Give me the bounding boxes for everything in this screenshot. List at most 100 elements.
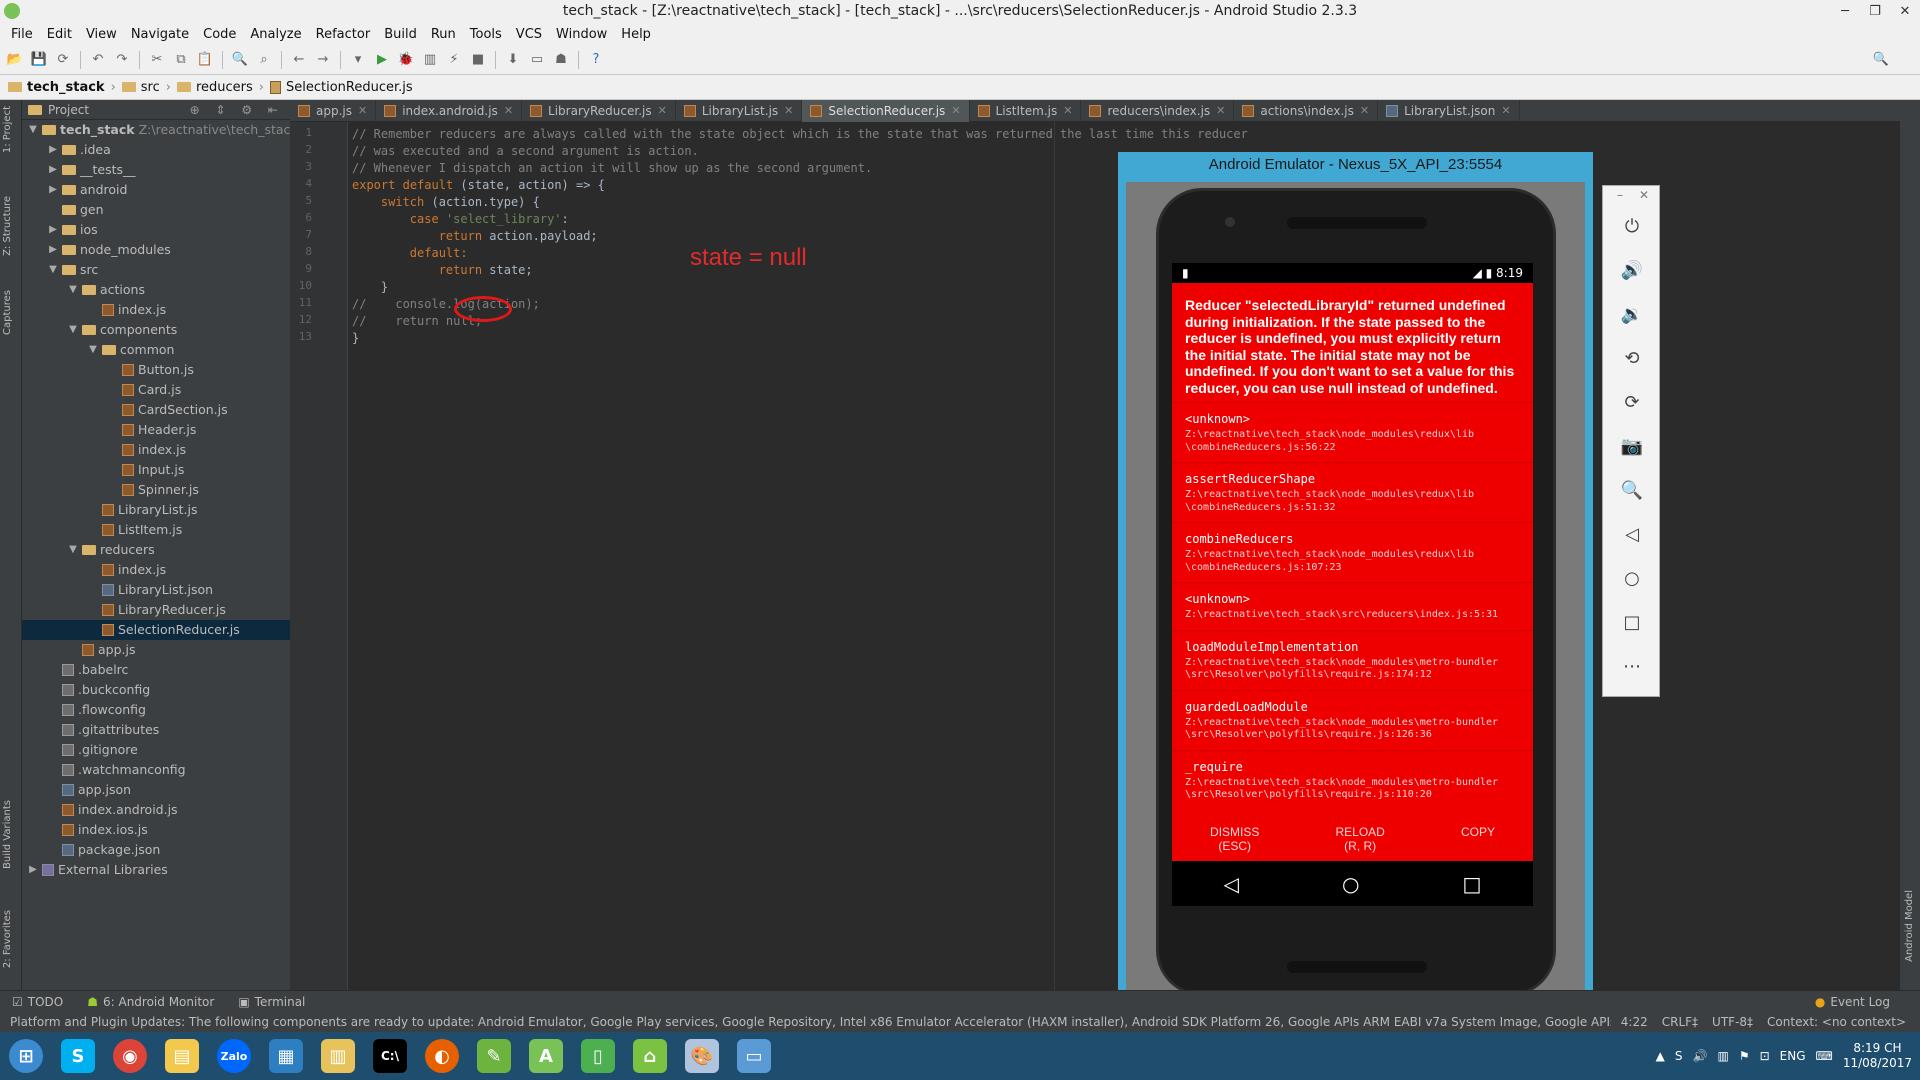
tray-chevron-icon[interactable]: ▲ — [1656, 1049, 1665, 1063]
volume-down-icon[interactable]: 🔉 — [1618, 300, 1646, 328]
editor-tab[interactable]: LibraryList.js ✕ — [676, 99, 803, 122]
emulator-close-icon[interactable]: ✕ — [1639, 188, 1649, 202]
expanded-arrow-icon[interactable]: ▼ — [88, 340, 98, 360]
stack-frame[interactable]: <unknown> Z:\reactnative\tech_stack\node_… — [1172, 402, 1533, 462]
open-folder-icon[interactable]: 📂 — [6, 51, 24, 69]
phone-screen[interactable]: ▮ ◢ ▮ 8:19 Reducer "selectedLibraryId" r… — [1172, 263, 1533, 906]
stack-frame[interactable]: guardedLoadModule Z:\reactnative\tech_sta… — [1172, 689, 1533, 750]
tree-folder[interactable]: gen — [22, 200, 104, 220]
keyboard-icon[interactable]: ⌨ — [1816, 1049, 1833, 1063]
breadcrumb-reducers[interactable]: reducers — [176, 80, 253, 95]
editor-tab[interactable]: SelectionReducer.js ✕ — [802, 99, 970, 122]
tree-file[interactable]: index.js — [22, 560, 166, 580]
collapsed-arrow-icon[interactable]: ▶ — [48, 240, 58, 260]
taskbar-screenshot[interactable]: ▭ — [728, 1032, 780, 1080]
caret-position[interactable]: 4:22 — [1621, 1015, 1648, 1029]
taskbar-explorer[interactable]: ▥ — [312, 1032, 364, 1080]
tree-file[interactable]: .babelrc — [22, 660, 128, 680]
back-icon[interactable]: ← — [290, 51, 308, 69]
close-tab-icon[interactable]: ✕ — [504, 104, 513, 117]
tree-folder[interactable]: ▼ components — [22, 320, 177, 340]
tree-file[interactable]: ▶ External Libraries — [22, 860, 168, 880]
android-device-icon[interactable]: ☗ — [552, 51, 570, 69]
tree-file[interactable]: .gitignore — [22, 740, 138, 760]
tree-folder[interactable]: ▶ __tests__ — [22, 160, 135, 180]
tree-file[interactable]: .buckconfig — [22, 680, 150, 700]
menu-refactor[interactable]: Refactor — [309, 27, 378, 42]
run-icon[interactable]: ▶ — [373, 51, 391, 69]
help-icon[interactable]: ? — [587, 51, 605, 69]
tree-file[interactable]: index.ios.js — [22, 820, 148, 840]
search-everywhere-icon[interactable]: 🔍 — [1872, 51, 1890, 69]
captures-tool-tab[interactable]: Captures — [2, 290, 13, 335]
tree-folder[interactable]: ▶ .idea — [22, 140, 111, 160]
event-log-tool[interactable]: ● Event Log — [1815, 995, 1890, 1009]
rotate-right-icon[interactable]: ⟳ — [1618, 388, 1646, 416]
project-tool-tab[interactable]: 1: Project — [2, 106, 13, 153]
stack-frame[interactable]: <unknown> Z:\reactnative\tech_stack\src\r… — [1172, 582, 1533, 630]
tree-file[interactable]: Header.js — [22, 420, 196, 440]
tray-skype-icon[interactable]: S — [1675, 1049, 1683, 1063]
taskbar-skype[interactable]: S — [52, 1032, 104, 1080]
editor-tab[interactable]: LibraryReducer.js ✕ — [522, 99, 676, 122]
panel-actions[interactable]: ⊕ ⇕ ⚙ ⇤ — [190, 103, 284, 117]
maximize-button[interactable]: ❐ — [1860, 0, 1890, 23]
todo-tool[interactable]: ☑ TODO — [12, 995, 63, 1009]
editor-tab[interactable]: LibraryList.json ✕ — [1378, 99, 1520, 122]
tree-file[interactable]: CardSection.js — [22, 400, 228, 420]
build-variants-tool-tab[interactable]: Build Variants — [2, 800, 13, 869]
tree-file[interactable]: Card.js — [22, 380, 181, 400]
menu-help[interactable]: Help — [614, 27, 658, 42]
forward-icon[interactable]: → — [314, 51, 332, 69]
expanded-arrow-icon[interactable]: ▼ — [68, 320, 78, 340]
menu-file[interactable]: File — [4, 27, 40, 42]
close-tab-icon[interactable]: ✕ — [1360, 104, 1369, 117]
tree-file[interactable]: LibraryReducer.js — [22, 600, 226, 620]
taskbar-folder[interactable]: ▤ — [156, 1032, 208, 1080]
close-tab-icon[interactable]: ✕ — [1501, 104, 1510, 117]
close-tab-icon[interactable]: ✕ — [658, 104, 667, 117]
tree-file[interactable]: app.json — [22, 780, 131, 800]
menu-navigate[interactable]: Navigate — [124, 27, 196, 42]
collapsed-arrow-icon[interactable]: ▶ — [48, 140, 58, 160]
stack-frame[interactable]: combineReducers Z:\reactnative\tech_stack… — [1172, 522, 1533, 582]
paste-icon[interactable]: 📋 — [196, 51, 214, 69]
volume-icon[interactable]: 🔊 — [1693, 1049, 1708, 1063]
editor-tab[interactable]: actions\index.js ✕ — [1234, 99, 1379, 122]
rotate-left-icon[interactable]: ⟲ — [1618, 344, 1646, 372]
taskbar-emulator[interactable]: ▯ — [572, 1032, 624, 1080]
menu-build[interactable]: Build — [377, 27, 424, 42]
tree-folder[interactable]: ▶ android — [22, 180, 127, 200]
undo-icon[interactable]: ↶ — [89, 51, 107, 69]
power-icon[interactable]: ⏻ — [1618, 212, 1646, 240]
menu-tools[interactable]: Tools — [463, 27, 509, 42]
editor-tab[interactable]: app.js ✕ — [290, 99, 377, 122]
tree-file[interactable]: app.js — [22, 640, 136, 660]
tree-file[interactable]: index.android.js — [22, 800, 178, 820]
terminal-tool[interactable]: ▣ Terminal — [238, 995, 305, 1009]
taskbar-android-studio[interactable]: A — [520, 1032, 572, 1080]
network-icon[interactable]: ▥ — [1717, 1049, 1728, 1063]
expanded-arrow-icon[interactable]: ▼ — [68, 540, 78, 560]
collapsed-arrow-icon[interactable]: ▶ — [48, 180, 58, 200]
collapsed-arrow-icon[interactable]: ▶ — [48, 160, 58, 180]
more-icon[interactable]: ⋯ — [1618, 652, 1646, 680]
volume-up-icon[interactable]: 🔊 — [1618, 256, 1646, 284]
stack-frame[interactable]: assertReducerShape Z:\reactnative\tech_st… — [1172, 462, 1533, 522]
favorites-tool-tab[interactable]: 2: Favorites — [2, 910, 13, 968]
editor-tab[interactable]: index.android.js ✕ — [376, 99, 523, 122]
debug-icon[interactable]: 🐞 — [397, 51, 415, 69]
menu-vcs[interactable]: VCS — [509, 27, 549, 42]
back-icon[interactable]: ◁ — [1618, 520, 1646, 548]
taskbar-paint[interactable]: 🎨 — [676, 1032, 728, 1080]
home-nav-icon[interactable]: ○ — [1342, 872, 1359, 896]
structure-tool-tab[interactable]: Z: Structure — [2, 196, 13, 256]
back-nav-icon[interactable]: ◁ — [1224, 872, 1239, 896]
tree-file[interactable]: index.js — [22, 440, 186, 460]
tree-file[interactable]: Spinner.js — [22, 480, 199, 500]
menu-edit[interactable]: Edit — [40, 27, 79, 42]
tree-file[interactable]: package.json — [22, 840, 160, 860]
screenshot-icon[interactable]: 📷 — [1618, 432, 1646, 460]
copy-icon[interactable]: ⧉ — [172, 51, 190, 69]
close-tab-icon[interactable]: ✕ — [951, 104, 960, 117]
